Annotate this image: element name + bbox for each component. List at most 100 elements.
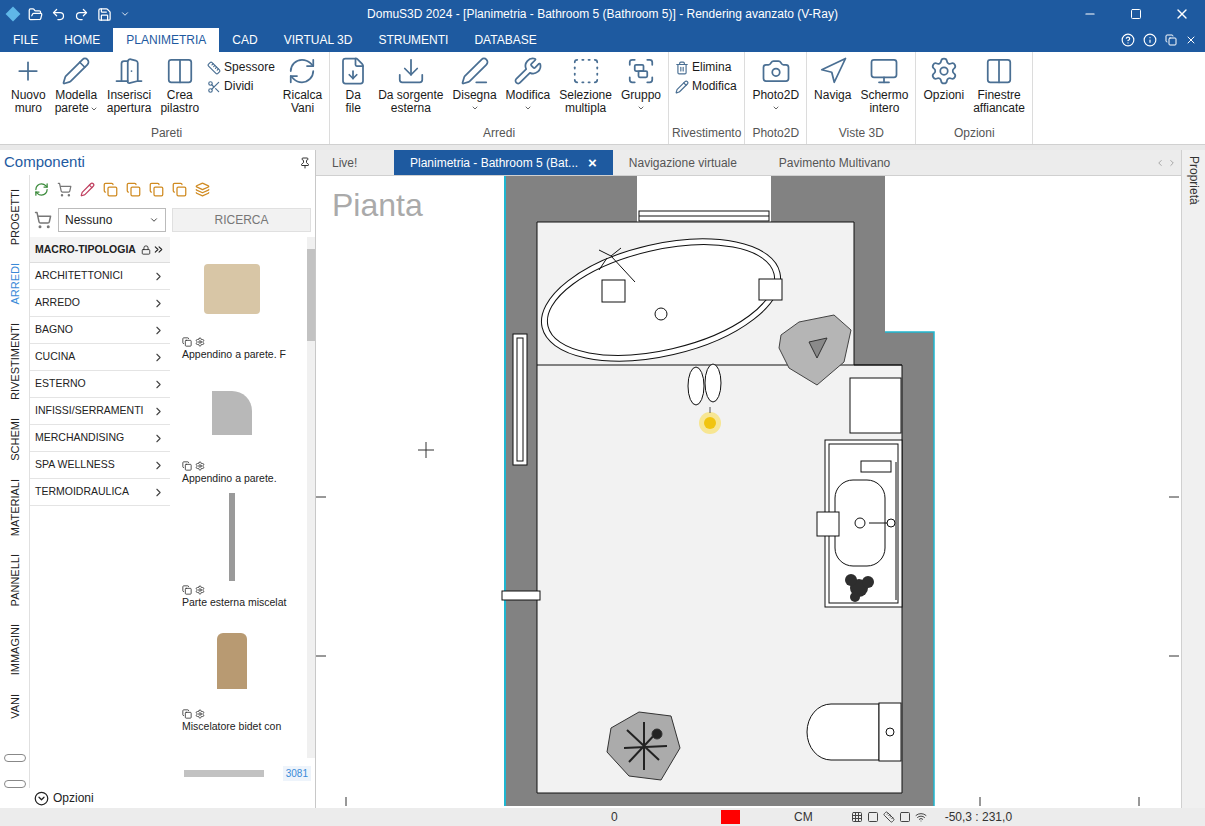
category-item[interactable]: BAGNO (30, 317, 170, 344)
copy-icon[interactable] (172, 182, 187, 197)
category-item[interactable]: MERCHANDISING (30, 425, 170, 452)
catalog-item[interactable]: Appendino a parete. (182, 367, 307, 485)
document-tab[interactable]: Navigazione virtuale (613, 150, 763, 175)
ribbon-button[interactable]: Opzioni (919, 52, 968, 102)
undo-icon[interactable] (51, 7, 66, 22)
scroll-right-icon[interactable] (1167, 158, 1177, 168)
scroll-left-icon[interactable] (1155, 158, 1165, 168)
floor-plant[interactable] (607, 712, 680, 780)
ribbon-button[interactable]: Schermointero (856, 52, 912, 115)
ribbon-button[interactable]: Finestreaffiancate (969, 52, 1029, 115)
side-tab[interactable]: VANI (8, 694, 22, 719)
copy-icon[interactable] (103, 182, 118, 197)
light[interactable] (699, 407, 721, 434)
ribbon-small-button[interactable]: Modifica (675, 79, 737, 94)
menu-tab[interactable]: VIRTUAL 3D (271, 28, 366, 52)
ribbon-button[interactable]: Da sorgenteesterna (374, 52, 447, 115)
copy-icon[interactable] (149, 182, 164, 197)
vanity[interactable] (817, 440, 902, 607)
small-plant[interactable] (845, 574, 874, 602)
menu-tab[interactable]: DATABASE (461, 28, 549, 52)
ribbon-button[interactable]: Selezionemultipla (555, 52, 616, 115)
door[interactable] (513, 334, 527, 465)
info-icon[interactable] (1143, 33, 1157, 47)
ribbon-button[interactable]: Modifica (502, 52, 555, 112)
close-tab-button[interactable]: × (588, 155, 597, 170)
variant-icon[interactable] (182, 461, 192, 471)
snap-icon[interactable] (867, 811, 879, 823)
ribbon-button[interactable]: Gruppo (617, 52, 665, 112)
side-tab[interactable]: RIVESTIMENTI (8, 323, 22, 400)
side-tab[interactable]: MATERIALI (8, 479, 22, 536)
catalog-item[interactable]: Appendino a parete. F (182, 243, 307, 361)
help-icon[interactable] (1121, 33, 1135, 47)
cart-icon[interactable] (4, 780, 26, 788)
connection-icon[interactable] (915, 811, 927, 823)
category-item[interactable]: ARREDO (30, 290, 170, 317)
ribbon-button[interactable]: RicalcaVani (279, 52, 326, 115)
cart-icon[interactable] (57, 182, 72, 197)
ribbon-button[interactable]: Modellaparete (51, 52, 102, 115)
side-tab[interactable]: SCHEMI (8, 418, 22, 461)
opening-marker[interactable] (502, 591, 540, 600)
category-item[interactable]: CUCINA (30, 344, 170, 371)
category-item[interactable]: ARCHITETTONICI (30, 263, 170, 290)
cabinet[interactable] (850, 378, 901, 433)
variant-icon[interactable] (182, 585, 192, 595)
ortho-icon[interactable] (883, 811, 895, 823)
gear-icon[interactable] (195, 585, 205, 595)
ribbon-button[interactable]: Dafile (333, 52, 373, 115)
restore-icon[interactable] (1165, 34, 1177, 46)
menu-tab[interactable]: FILE (0, 28, 51, 52)
maximize-icon[interactable] (1113, 8, 1159, 20)
side-tab[interactable]: PROGETTI (8, 189, 22, 245)
variant-icon[interactable] (182, 709, 192, 719)
ribbon-small-button[interactable]: Elimina (675, 60, 737, 75)
ribbon-button[interactable]: Disegna (449, 52, 501, 112)
gear-icon[interactable] (195, 461, 205, 471)
expand-icon[interactable] (152, 243, 165, 256)
properties-strip[interactable]: Proprietà (1181, 150, 1205, 808)
catalog-item[interactable]: Parte esterna miscelat (182, 491, 307, 609)
lock-icon[interactable] (141, 245, 151, 255)
window[interactable] (639, 211, 769, 221)
save-icon[interactable] (97, 7, 112, 22)
copy-icon[interactable] (126, 182, 141, 197)
ribbon-button[interactable]: Nuovomuro (7, 52, 50, 115)
layers-icon[interactable] (195, 182, 210, 197)
ribbon-button[interactable]: Creapilastro (156, 52, 203, 115)
horizontal-scrollbar[interactable] (184, 770, 264, 777)
document-tab[interactable]: Planimetria - Bathroom 5 (Bat...× (394, 150, 613, 175)
pin-icon[interactable] (299, 157, 311, 169)
object-snap-icon[interactable] (899, 811, 911, 823)
ribbon-small-button[interactable]: Spessore (207, 60, 275, 75)
category-item[interactable]: TERMOIDRAULICA (30, 479, 170, 506)
ribbon-button[interactable]: Photo2D (748, 52, 803, 112)
menu-tab[interactable]: CAD (219, 28, 270, 52)
close-document-icon[interactable] (1185, 34, 1197, 46)
stone-basin[interactable] (779, 315, 851, 385)
menu-tab[interactable]: HOME (51, 28, 113, 52)
catalog-item[interactable]: Miscelatore bidet con (182, 615, 307, 733)
redo-icon[interactable] (74, 7, 89, 22)
side-tab[interactable]: IMMAGINI (8, 624, 22, 675)
bathtub[interactable] (530, 218, 793, 382)
document-tab[interactable]: Pavimento Multivano (763, 150, 913, 175)
category-item[interactable]: ESTERNO (30, 371, 170, 398)
close-icon[interactable] (1159, 6, 1205, 22)
side-tab[interactable]: ARREDI (8, 263, 22, 305)
quick-access-icon[interactable] (120, 9, 130, 19)
document-tab[interactable]: Live! (316, 150, 394, 175)
floor-plan[interactable] (316, 176, 1179, 806)
category-item[interactable]: SPA WELLNESS (30, 452, 170, 479)
menu-tab[interactable]: STRUMENTI (365, 28, 461, 52)
ribbon-small-button[interactable]: Dividi (207, 79, 275, 94)
gear-icon[interactable] (195, 337, 205, 347)
slippers[interactable] (688, 364, 721, 405)
minimize-icon[interactable] (1067, 7, 1113, 21)
edit-icon[interactable] (80, 182, 95, 197)
refresh-icon[interactable] (34, 182, 49, 197)
side-tab[interactable]: PANNELLI (8, 554, 22, 606)
gear-icon[interactable] (195, 709, 205, 719)
variant-icon[interactable] (182, 337, 192, 347)
